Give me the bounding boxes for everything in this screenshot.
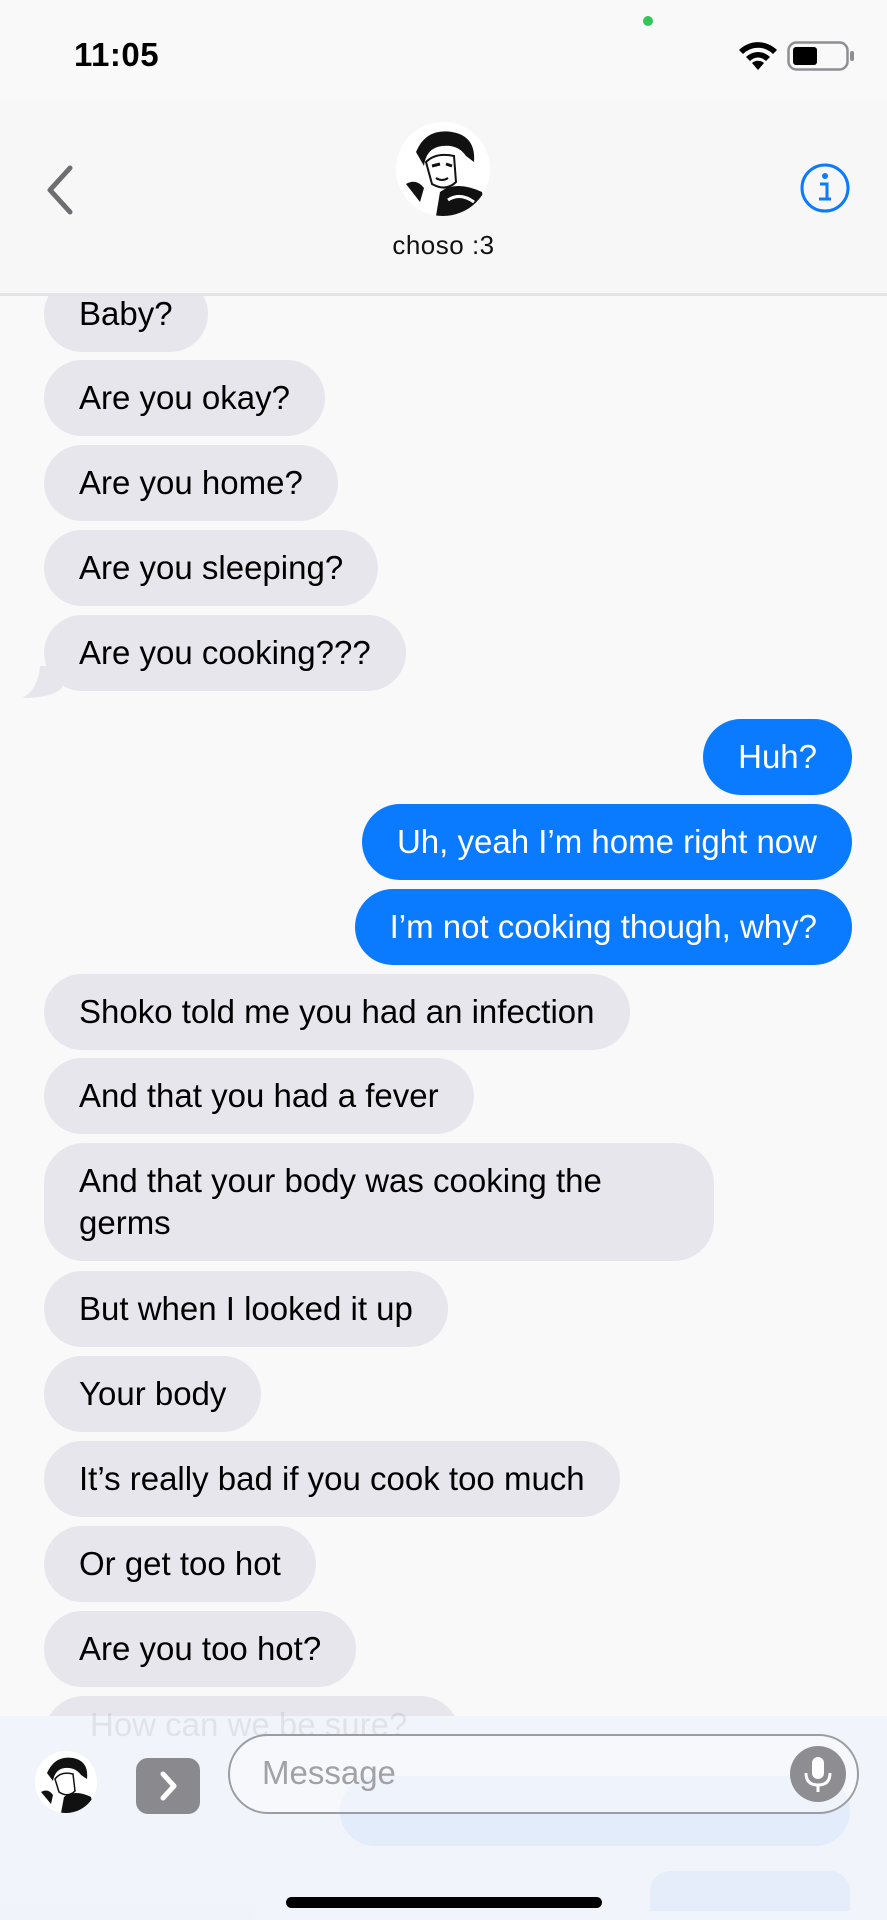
conversation-header: choso :3 — [0, 100, 887, 296]
message-input[interactable]: Message — [228, 1734, 859, 1814]
message-bubble-outgoing[interactable]: Huh? — [703, 719, 852, 795]
message-bubble-incoming[interactable]: But when I looked it up — [44, 1271, 448, 1347]
avatar-illustration-icon — [396, 122, 490, 216]
message-bubble-incoming[interactable]: And that you had a fever — [44, 1058, 474, 1134]
message-bubble-incoming[interactable]: Are you cooking??? — [44, 615, 406, 691]
home-indicator[interactable] — [286, 1897, 602, 1908]
message-list[interactable]: Baby? Are you okay? Are you home? Are yo… — [0, 296, 887, 1716]
message-bubble-incoming[interactable]: Shoko told me you had an infection — [44, 974, 630, 1050]
message-bubble-incoming[interactable]: And that your body was cooking the germs — [44, 1143, 714, 1261]
message-bubble-incoming[interactable]: Your body — [44, 1356, 262, 1432]
back-chevron-icon[interactable] — [40, 162, 80, 218]
info-circle-icon[interactable] — [799, 162, 851, 214]
message-bubble-incoming[interactable]: Are you too hot? — [44, 1611, 357, 1687]
contact-avatar[interactable] — [396, 122, 490, 216]
message-bubble-incoming[interactable]: Or get too hot — [44, 1526, 316, 1602]
contact-name[interactable]: choso :3 — [0, 230, 887, 261]
status-bar: 11:05 — [0, 0, 887, 100]
message-bubble-incoming[interactable]: Are you okay? — [44, 360, 325, 436]
blurred-bubble — [650, 1871, 850, 1911]
message-input-placeholder: Message — [262, 1754, 396, 1791]
status-time: 11:05 — [74, 36, 160, 73]
compose-bar: How can we be sure? Message — [0, 1706, 887, 1920]
message-bubble-incoming[interactable]: Are you sleeping? — [44, 530, 379, 606]
avatar-illustration-icon — [35, 1751, 97, 1813]
battery-icon — [787, 41, 854, 71]
message-bubble-incoming[interactable]: Are you home? — [44, 445, 338, 521]
message-bubble-incoming[interactable]: Baby? — [44, 296, 208, 352]
app-drawer-button[interactable] — [136, 1758, 200, 1814]
wifi-icon — [739, 42, 777, 70]
chevron-right-icon — [160, 1771, 177, 1801]
message-bubble-outgoing[interactable]: I’m not cooking though, why? — [354, 889, 852, 965]
microphone-icon — [804, 1757, 832, 1792]
message-bubble-incoming[interactable]: It’s really bad if you cook too much — [44, 1441, 620, 1517]
memoji-icon[interactable] — [35, 1751, 97, 1813]
microphone-button[interactable] — [790, 1746, 846, 1802]
message-bubble-outgoing[interactable]: Uh, yeah I’m home right now — [361, 804, 852, 880]
privacy-indicator-dot — [643, 16, 653, 26]
